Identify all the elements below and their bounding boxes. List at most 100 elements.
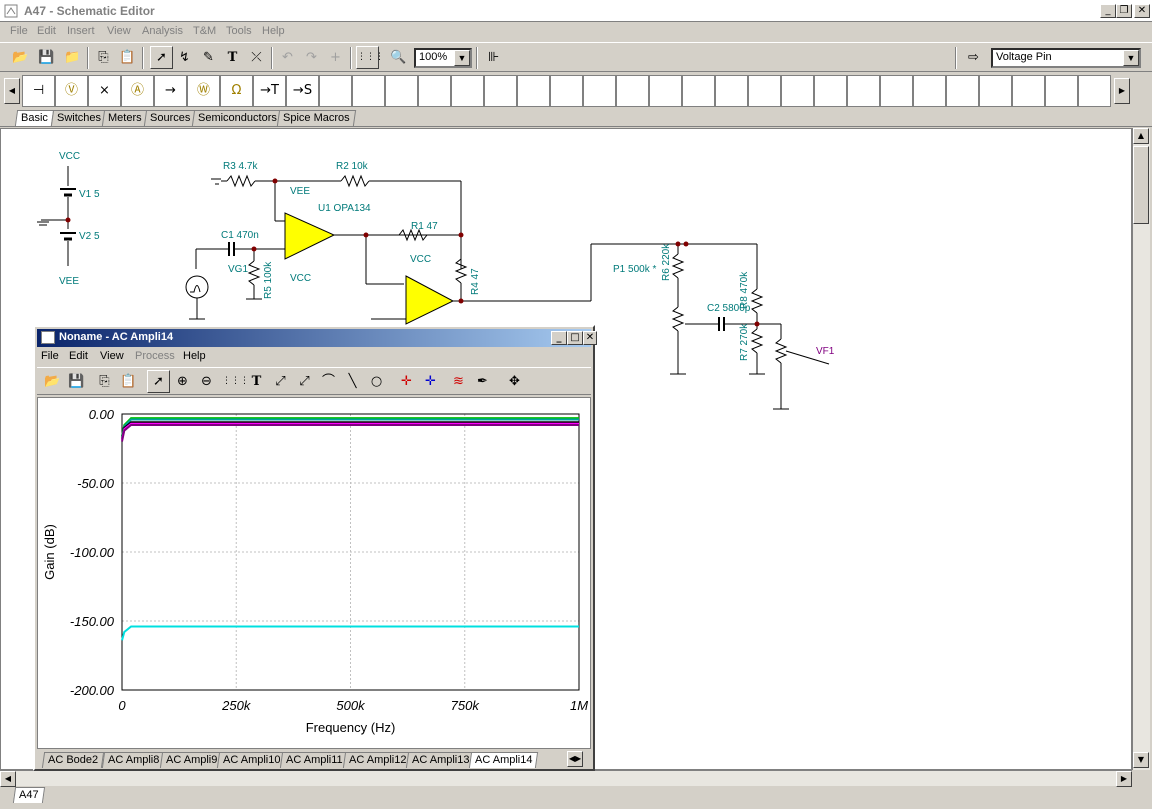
bode-plot[interactable]: 0 250k 500k 750k 1M 0.00 -50.00 -100.00 -150.00 -… — [37, 397, 591, 749]
line-icon[interactable]: ╲ — [341, 370, 364, 393]
current-pin-icon[interactable]: →S — [286, 75, 319, 107]
tab-sources[interactable]: Sources — [143, 110, 197, 126]
select-arrow-icon[interactable]: ➚ — [150, 46, 173, 69]
circle-icon[interactable]: ○ — [365, 370, 388, 393]
empty-slot[interactable] — [715, 75, 748, 107]
paste-icon[interactable]: 📋 — [116, 46, 139, 69]
scroll-left-icon[interactable]: ◀ — [0, 771, 16, 787]
probe-icon[interactable]: ⨯ — [88, 75, 121, 107]
zoom-in-icon[interactable]: ⊕ — [171, 370, 194, 393]
menu-tm[interactable]: T&M — [193, 25, 216, 37]
empty-slot[interactable] — [319, 75, 352, 107]
horizontal-scrollbar[interactable]: ◀ ▶ — [0, 770, 1132, 787]
pin-type-select[interactable]: Voltage Pin ▼ — [991, 48, 1141, 68]
text-icon[interactable]: T — [245, 370, 268, 393]
chevron-down-icon[interactable]: ▼ — [454, 50, 470, 66]
cursor-a-icon[interactable]: ⤢ — [269, 370, 292, 393]
empty-slot[interactable] — [979, 75, 1012, 107]
tab-a47[interactable]: A47 — [12, 787, 45, 803]
empty-slot[interactable] — [550, 75, 583, 107]
tab-ac-ampli14[interactable]: AC Ampli14 — [468, 752, 539, 768]
empty-slot[interactable] — [913, 75, 946, 107]
menu-insert[interactable]: Insert — [67, 25, 95, 37]
zoom-select[interactable]: 100% ▼ — [414, 48, 472, 68]
empty-slot[interactable] — [847, 75, 880, 107]
minimize-button[interactable]: _ — [1100, 4, 1116, 18]
copy-icon[interactable]: ⎘ — [92, 46, 115, 69]
pencil-icon[interactable]: ✎ — [197, 46, 220, 69]
empty-slot[interactable] — [814, 75, 847, 107]
meter-icon[interactable]: ⊪ — [482, 46, 505, 69]
tab-ac-ampli12[interactable]: AC Ampli12 — [342, 752, 413, 768]
minimize-button[interactable]: _ — [551, 331, 567, 345]
open-icon[interactable]: 📂 — [41, 370, 64, 393]
curve-icon[interactable]: ⌒ — [317, 370, 340, 393]
scroll-right-icon[interactable]: ▶ — [1114, 78, 1130, 104]
vertical-scrollbar[interactable]: ▲ ▼ — [1132, 128, 1150, 770]
menu-process[interactable]: Process — [135, 350, 175, 362]
tab-ac-ampli9[interactable]: AC Ampli9 — [159, 752, 224, 768]
cross-icon[interactable]: + — [324, 46, 347, 69]
tab-scroll-icon[interactable]: ◀▶ — [567, 751, 583, 767]
delete-wire-icon[interactable]: ⤫ — [245, 46, 268, 69]
empty-slot[interactable] — [517, 75, 550, 107]
current-arrow-icon[interactable]: → — [154, 75, 187, 107]
empty-slot[interactable] — [352, 75, 385, 107]
tab-semiconductors[interactable]: Semiconductors — [191, 110, 283, 126]
menu-file[interactable]: File — [10, 25, 28, 37]
empty-slot[interactable] — [1045, 75, 1078, 107]
cursor-blue-icon[interactable]: ✛ — [419, 370, 442, 393]
menu-help[interactable]: Help — [262, 25, 285, 37]
menu-file[interactable]: File — [41, 350, 59, 362]
tab-spice-macros[interactable]: Spice Macros — [276, 110, 356, 126]
empty-slot[interactable] — [781, 75, 814, 107]
maximize-button[interactable]: □ — [567, 331, 583, 345]
select-arrow-icon[interactable]: ➚ — [147, 370, 170, 393]
empty-slot[interactable] — [1012, 75, 1045, 107]
empty-slot[interactable] — [880, 75, 913, 107]
scroll-left-icon[interactable]: ◀ — [4, 78, 20, 104]
empty-slot[interactable] — [1078, 75, 1111, 107]
save-icon[interactable]: 💾 — [35, 46, 58, 69]
restore-button[interactable]: ❐ — [1116, 4, 1132, 18]
empty-slot[interactable] — [649, 75, 682, 107]
menu-help[interactable]: Help — [183, 350, 206, 362]
wire-icon[interactable]: ↯ — [173, 46, 196, 69]
empty-slot[interactable] — [418, 75, 451, 107]
ohmmeter-icon[interactable]: Ω — [220, 75, 253, 107]
redo-icon[interactable]: ↷ — [300, 46, 323, 69]
menu-tools[interactable]: Tools — [226, 25, 252, 37]
scroll-thumb[interactable] — [1133, 146, 1149, 224]
cursor-red-icon[interactable]: ✛ — [395, 370, 418, 393]
close-button[interactable]: ✕ — [1134, 4, 1150, 18]
save-icon[interactable]: 💾 — [65, 370, 88, 393]
analysis-window[interactable]: Noname - AC Ampli14 _ □ ✕ File Edit View… — [33, 325, 597, 771]
menu-analysis[interactable]: Analysis — [142, 25, 183, 37]
undo-icon[interactable]: ↶ — [276, 46, 299, 69]
tab-basic[interactable]: Basic — [14, 110, 55, 126]
empty-slot[interactable] — [748, 75, 781, 107]
empty-slot[interactable] — [616, 75, 649, 107]
menu-edit[interactable]: Edit — [37, 25, 56, 37]
copy-icon[interactable]: ⎘ — [93, 370, 116, 393]
tab-switches[interactable]: Switches — [50, 110, 108, 126]
waves-icon[interactable]: ≋ — [447, 370, 470, 393]
eyedropper-icon[interactable]: ✒ — [471, 370, 494, 393]
tab-ac-ampli8[interactable]: AC Ampli8 — [101, 752, 166, 768]
voltage-pin-icon[interactable]: →T — [253, 75, 286, 107]
menu-view[interactable]: View — [100, 350, 124, 362]
pin-icon[interactable]: ⇨ — [962, 46, 985, 69]
ammeter-icon[interactable]: Ⓐ — [121, 75, 154, 107]
zoom-icon[interactable]: 🔍 — [387, 46, 410, 69]
scroll-down-icon[interactable]: ▼ — [1133, 752, 1149, 768]
pan-icon[interactable]: ✥ — [503, 370, 526, 393]
close-button[interactable]: ✕ — [583, 331, 597, 345]
ground-component-icon[interactable]: ⊣ — [22, 75, 55, 107]
menu-edit[interactable]: Edit — [69, 350, 88, 362]
empty-slot[interactable] — [682, 75, 715, 107]
empty-slot[interactable] — [583, 75, 616, 107]
menu-view[interactable]: View — [107, 25, 131, 37]
voltmeter-icon[interactable]: Ⓥ — [55, 75, 88, 107]
zoom-out-icon[interactable]: ⊖ — [195, 370, 218, 393]
wattmeter-icon[interactable]: Ⓦ — [187, 75, 220, 107]
